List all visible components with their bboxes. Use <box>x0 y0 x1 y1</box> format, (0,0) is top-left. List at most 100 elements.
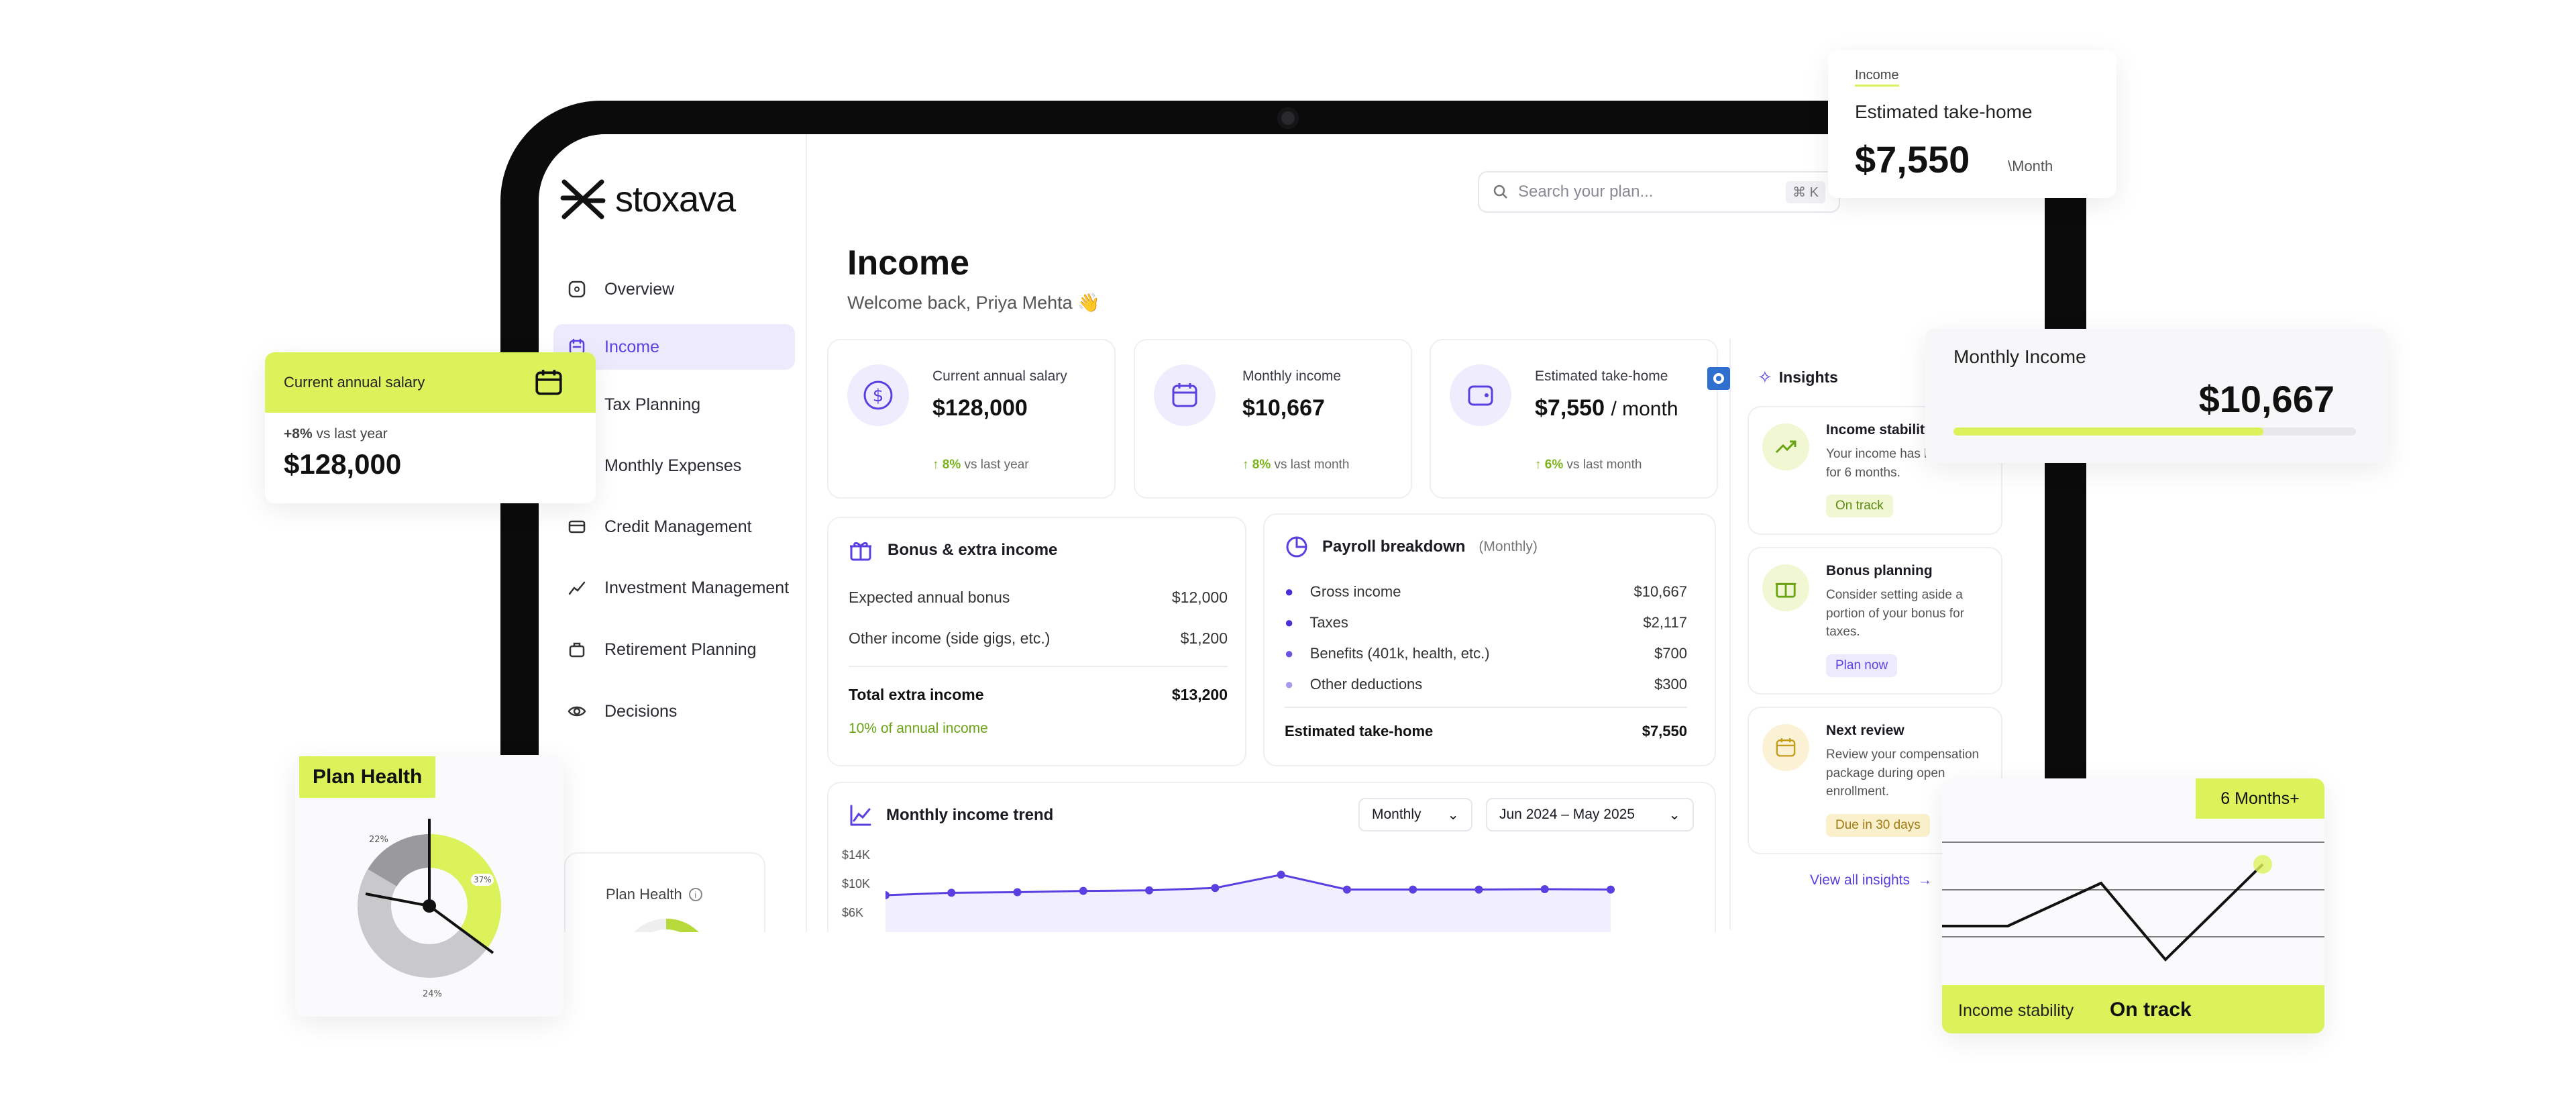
sidebar-item-label: Monthly Expenses <box>604 456 742 475</box>
float-value: $128,000 <box>284 448 402 480</box>
payroll-total-row: Estimated take-home $7,550 <box>1285 723 1687 740</box>
float-title: Current annual salary <box>284 374 425 391</box>
plan-health-label: Plan Health <box>606 886 682 903</box>
bonus-card: Bonus & extra income Expected annual bon… <box>827 517 1246 766</box>
sidebar-item-investment-management[interactable]: Investment Management <box>553 565 795 611</box>
sidebar-item-label: Overview <box>604 279 675 299</box>
stat-card-monthly-income[interactable]: Monthly income $10,667 ↑ 8% vs last mont… <box>1134 339 1412 499</box>
sidebar-item-label: Decisions <box>604 701 678 721</box>
stability-label: Income stability <box>1958 1001 2074 1020</box>
stoxava-logo-icon <box>560 179 606 219</box>
stat-value: $7,550 <box>1535 395 1605 421</box>
dollar-icon: $ <box>847 364 909 426</box>
payroll-row: ● Gross income $10,667 <box>1285 583 1687 600</box>
trend-point[interactable] <box>1409 885 1417 894</box>
insight-title: Next review <box>1826 723 1904 738</box>
plan-now-badge[interactable]: Plan now <box>1826 654 1898 677</box>
sidebar-item-decisions[interactable]: Decisions <box>553 689 795 734</box>
payroll-subtitle: (Monthly) <box>1479 539 1538 554</box>
info-icon[interactable]: i <box>688 888 702 901</box>
sidebar: stoxava Overview Income Tax Planning Mon… <box>539 134 807 932</box>
gift-icon <box>1762 564 1809 611</box>
income-trend-chart <box>885 870 1615 932</box>
insights-title: Insights <box>1778 368 1838 386</box>
sidebar-item-label: Investment Management <box>604 578 790 597</box>
sidebar-item-label: Tax Planning <box>604 395 701 414</box>
pie-chart-icon <box>1286 536 1307 558</box>
search-box[interactable]: Search your plan... ⌘ K <box>1478 171 1840 213</box>
sidebar-item-label: Credit Management <box>604 517 752 536</box>
svg-text:$: $ <box>873 386 884 406</box>
credit-card-icon <box>567 517 587 537</box>
status-badge: On track <box>1826 495 1893 517</box>
view-all-insights-link[interactable]: View all insights → <box>1810 872 1932 888</box>
search-shortcut: ⌘ K <box>1786 181 1825 203</box>
trend-point[interactable] <box>1474 885 1483 894</box>
slice-label: 22% <box>369 835 388 845</box>
float-title: Monthly Income <box>1953 346 2086 367</box>
stat-delta-text: vs last year <box>964 458 1029 472</box>
stat-label: Estimated take-home <box>1535 368 1668 384</box>
trend-point[interactable] <box>1079 886 1087 895</box>
calendar-icon <box>533 367 564 401</box>
chevron-down-icon: ⌄ <box>1668 807 1680 823</box>
plan-health-donut: 22% 37% 24% <box>358 819 501 999</box>
payroll-row: ● Taxes $2,117 <box>1285 614 1687 631</box>
trend-area <box>885 874 1611 932</box>
trend-point[interactable] <box>947 888 956 897</box>
trend-point[interactable] <box>1211 884 1220 893</box>
sidebar-plan-health-card[interactable]: Plan Health i <box>564 852 765 932</box>
sidebar-item-retirement-planning[interactable]: Retirement Planning <box>553 627 795 672</box>
float-tag: Income <box>1855 68 1899 87</box>
app-screen: stoxava Overview Income Tax Planning Mon… <box>539 134 2045 932</box>
stat-card-annual-salary[interactable]: $ Current annual salary $128,000 ↑ 8% vs… <box>827 339 1116 499</box>
trend-point[interactable] <box>1540 885 1549 893</box>
bonus-total-row: Total extra income $13,200 <box>849 686 1228 703</box>
trend-point[interactable] <box>1013 888 1022 897</box>
chat-widget-icon[interactable] <box>1707 367 1730 390</box>
float-value: $7,550 <box>1855 138 1970 181</box>
trend-card: Monthly income trend Monthly ⌄ Jun 2024 –… <box>827 782 1716 932</box>
stability-sparkline <box>1942 842 2324 962</box>
sidebar-item-overview[interactable]: Overview <box>553 266 795 312</box>
stat-delta-text: vs last month <box>1566 458 1642 472</box>
float-card-take-home: Income Estimated take-home $7,550 \Month <box>1828 50 2116 198</box>
float-value: $10,667 <box>2198 378 2334 420</box>
eye-icon <box>567 701 587 721</box>
float-card-monthly-income: Monthly Income $10,667 <box>1925 329 2388 463</box>
float-title: Plan Health <box>299 756 436 798</box>
insight-card-bonus[interactable]: Bonus planning Consider setting aside ap… <box>1748 547 2002 695</box>
bonus-row: Expected annual bonus $12,000 <box>849 589 1228 606</box>
calendar-icon <box>1154 364 1216 426</box>
trend-point[interactable] <box>1607 885 1615 894</box>
stat-card-take-home[interactable]: Estimated take-home $7,550 / month ↑ 6% … <box>1430 339 1718 499</box>
trend-point[interactable] <box>1145 886 1154 895</box>
up-arrow-icon: ↑ <box>932 458 943 472</box>
gift-icon <box>850 542 871 561</box>
payroll-card: Payroll breakdown (Monthly) ● Gross inco… <box>1263 513 1716 766</box>
search-input[interactable]: Search your plan... <box>1518 183 1653 201</box>
plan-health-gauge <box>633 918 699 932</box>
welcome-text: Welcome back, Priya Mehta 👋 <box>847 293 1100 313</box>
brand-logo[interactable]: stoxava <box>560 178 736 221</box>
divider <box>1285 707 1687 708</box>
stat-delta: 6% <box>1544 458 1564 472</box>
float-card-income-stability: 6 Months+ Income stability On track <box>1942 778 2324 1033</box>
bonus-row: Other income (side gigs, etc.) $1,200 <box>849 629 1228 647</box>
sidebar-item-label: Retirement Planning <box>604 640 757 659</box>
date-range-select[interactable]: Jun 2024 – May 2025 ⌄ <box>1486 798 1694 831</box>
sidebar-item-credit-management[interactable]: Credit Management <box>553 504 795 550</box>
progress-fill <box>1953 427 2263 436</box>
sparkle-icon: ✧ <box>1758 367 1772 387</box>
divider <box>849 666 1228 667</box>
trend-icon <box>850 805 871 826</box>
y-tick-label: $10K <box>842 877 871 890</box>
trend-point[interactable] <box>1342 885 1351 894</box>
trend-point[interactable] <box>1277 870 1285 879</box>
arrow-right-icon: → <box>1918 872 1933 888</box>
payroll-row: ● Benefits (401k, health, etc.) $700 <box>1285 645 1687 662</box>
bonus-title: Bonus & extra income <box>888 541 1058 559</box>
stat-delta: 8% <box>1252 458 1271 472</box>
frequency-select[interactable]: Monthly ⌄ <box>1358 798 1472 831</box>
duration-badge: 6 Months+ <box>2196 778 2324 819</box>
